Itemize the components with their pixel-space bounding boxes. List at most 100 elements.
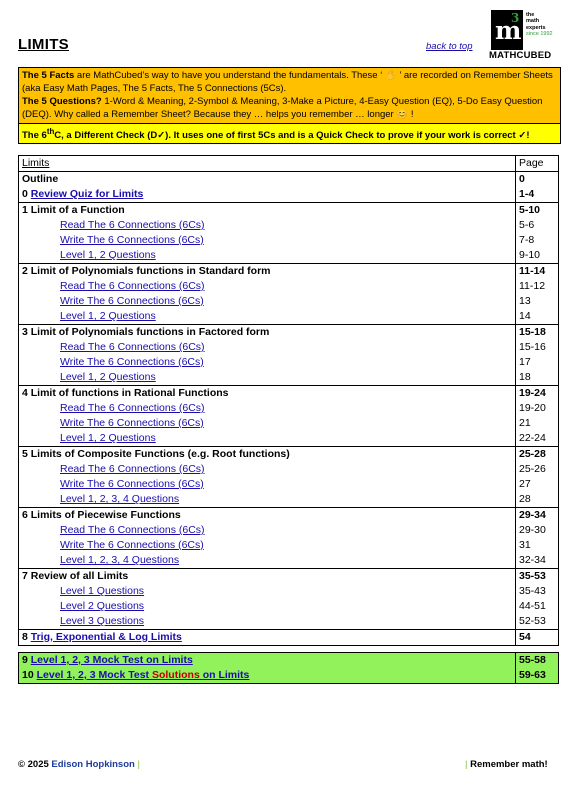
section-item-page: 28 (515, 492, 559, 508)
section-item-link[interactable]: Level 1, 2 Questions (60, 432, 156, 444)
footer-copyright: © 2025 Edison Hopkinson | (18, 759, 140, 770)
toc-row: 5 Limits of Composite Functions (e.g. Ro… (18, 446, 559, 462)
section-title: 3 Limit of Polynomials functions in Fact… (18, 324, 516, 340)
section-item-link[interactable]: Write The 6 Connections (6Cs) (60, 478, 204, 490)
logo-since: since 1992 (526, 30, 553, 37)
section-item-link[interactable]: Read The 6 Connections (6Cs) (60, 280, 205, 292)
section-item-page: 19-20 (515, 401, 559, 416)
section-title: 5 Limits of Composite Functions (e.g. Ro… (18, 446, 516, 462)
logo-brand: MATHCUBED (489, 50, 552, 61)
footer-divider: | (465, 759, 468, 770)
toc-row: Write The 6 Connections (6Cs) 7-8 (18, 233, 559, 248)
review-num: 0 (22, 188, 31, 200)
section-item-link[interactable]: Read The 6 Connections (6Cs) (60, 219, 205, 231)
review-quiz-link[interactable]: Review Quiz for Limits (31, 188, 144, 200)
review-quiz-cell: 0 Review Quiz for Limits (18, 187, 516, 203)
section-item-cell: Read The 6 Connections (6Cs) (18, 462, 516, 477)
trig-link[interactable]: Trig, Exponential & Log Limits (31, 631, 182, 643)
toc-row: 4 Limit of functions in Rational Functio… (18, 385, 559, 401)
outline-label: Outline (18, 171, 516, 187)
info-box: The 5 Facts are MathCubed’s way to have … (18, 67, 561, 145)
footer-tagline: | Remember math! (465, 759, 548, 770)
section-item-cell: Level 1, 2 Questions (18, 431, 516, 447)
review-quiz-page: 1-4 (515, 187, 559, 203)
mock-solutions-text: Level 1, 2, 3 Mock Test (36, 669, 152, 681)
section-item-link[interactable]: Write The 6 Connections (6Cs) (60, 234, 204, 246)
section-item-link[interactable]: Level 3 Questions (60, 615, 144, 627)
toc-table: Limits Page Outline 0 0 Review Quiz for Limi… (18, 155, 559, 646)
section-item-page: 9-10 (515, 248, 559, 264)
section-item-link[interactable]: Write The 6 Connections (6Cs) (60, 417, 204, 429)
toc-row: Write The 6 Connections (6Cs) 27 (18, 477, 559, 492)
section-item-link[interactable]: Level 1, 2 Questions (60, 310, 156, 322)
toc-row: Level 1, 2 Questions 18 (18, 370, 559, 386)
section-item-cell: Level 1, 2 Questions (18, 309, 516, 325)
section-item-cell: Read The 6 Connections (6Cs) (18, 279, 516, 294)
footer-divider: | (137, 759, 140, 770)
mathcubed-logo[interactable]: m 3 the math experts since 1992 MATHCUBE… (489, 10, 561, 61)
section-item-link[interactable]: Write The 6 Connections (6Cs) (60, 539, 204, 551)
toc-row: Level 3 Questions 52-53 (18, 614, 559, 630)
section-item-cell: Write The 6 Connections (6Cs) (18, 538, 516, 553)
section-item-link[interactable]: Level 2 Questions (60, 600, 144, 612)
toc-row: Limits Page (18, 155, 559, 172)
section-page: 35-53 (515, 568, 559, 584)
section-item-link[interactable]: Read The 6 Connections (6Cs) (60, 463, 205, 475)
section-item-link[interactable]: Level 1 Questions (60, 585, 144, 597)
section-item-page: 18 (515, 370, 559, 386)
mock-test-table: 9 Level 1, 2, 3 Mock Test on Limits 55-5… (18, 652, 559, 684)
toc-row: 6 Limits of Piecewise Functions 29-34 (18, 507, 559, 523)
section-item-link[interactable]: Write The 6 Connections (6Cs) (60, 356, 204, 368)
toc-row: Read The 6 Connections (6Cs) 15-16 (18, 340, 559, 355)
section-item-link[interactable]: Write The 6 Connections (6Cs) (60, 295, 204, 307)
section-item-link[interactable]: Read The 6 Connections (6Cs) (60, 524, 205, 536)
toc-row: Level 2 Questions 44-51 (18, 599, 559, 614)
mock-solutions-red-text: Solutions (151, 669, 200, 681)
section-item-page: 5-6 (515, 218, 559, 233)
section-item-page: 15-16 (515, 340, 559, 355)
section-item-page: 22-24 (515, 431, 559, 447)
section-item-cell: Level 1, 2 Questions (18, 370, 516, 386)
copyright-text: © 2025 (18, 759, 52, 770)
section-item-link[interactable]: Read The 6 Connections (6Cs) (60, 402, 205, 414)
section-item-cell: Level 1 Questions (18, 584, 516, 599)
section-item-cell: Read The 6 Connections (6Cs) (18, 218, 516, 233)
toc-row: Level 1, 2, 3, 4 Questions 32-34 (18, 553, 559, 569)
page-title: LIMITS (18, 36, 69, 53)
toc-header-page: Page (515, 155, 559, 172)
toc-row: 8 Trig, Exponential & Log Limits 54 (18, 629, 559, 646)
toc-row: Read The 6 Connections (6Cs) 19-20 (18, 401, 559, 416)
info-questions: The 5 Questions? 1-Word & Meaning, 2-Sym… (22, 95, 557, 121)
toc-row: 10 Level 1, 2, 3 Mock Test Solutions on … (18, 668, 559, 684)
mock-test-link[interactable]: Level 1, 2, 3 Mock Test on Limits (31, 654, 193, 666)
section-item-link[interactable]: Level 1, 2, 3, 4 Questions (60, 554, 179, 566)
mock-test-page: 55-58 (515, 652, 559, 668)
section-item-page: 17 (515, 355, 559, 370)
section-page: 25-28 (515, 446, 559, 462)
info-facts-questions: The 5 Facts are MathCubed’s way to have … (19, 68, 560, 124)
section-item-cell: Level 1, 2, 3, 4 Questions (18, 492, 516, 508)
mock-test-cell: 9 Level 1, 2, 3 Mock Test on Limits (18, 652, 516, 668)
section-item-page: 14 (515, 309, 559, 325)
section-item-cell: Write The 6 Connections (6Cs) (18, 355, 516, 370)
section-item-link[interactable]: Level 1, 2, 3, 4 Questions (60, 493, 179, 505)
mock-num: 10 (22, 669, 37, 681)
sixth-c-a: The 6 (22, 130, 47, 142)
toc-row: Level 1, 2, 3, 4 Questions 28 (18, 492, 559, 508)
outline-page: 0 (515, 171, 559, 187)
trig-page: 54 (515, 629, 559, 646)
back-to-top-link[interactable]: back to top (426, 41, 472, 52)
mock-solutions-link[interactable]: Level 1, 2, 3 Mock Test Solutions on Lim… (37, 669, 250, 681)
section-item-link[interactable]: Level 1, 2 Questions (60, 249, 156, 261)
section-item-link[interactable]: Level 1, 2 Questions (60, 371, 156, 383)
toc-row: Write The 6 Connections (6Cs) 21 (18, 416, 559, 431)
section-item-cell: Read The 6 Connections (6Cs) (18, 340, 516, 355)
section-item-cell: Level 3 Questions (18, 614, 516, 630)
section-page: 29-34 (515, 507, 559, 523)
section-item-cell: Read The 6 Connections (6Cs) (18, 523, 516, 538)
toc-row: Read The 6 Connections (6Cs) 5-6 (18, 218, 559, 233)
section-item-link[interactable]: Read The 6 Connections (6Cs) (60, 341, 205, 353)
toc-row: Outline 0 (18, 171, 559, 187)
section-page: 15-18 (515, 324, 559, 340)
toc-row: 1 Limit of a Function 5-10 (18, 202, 559, 218)
